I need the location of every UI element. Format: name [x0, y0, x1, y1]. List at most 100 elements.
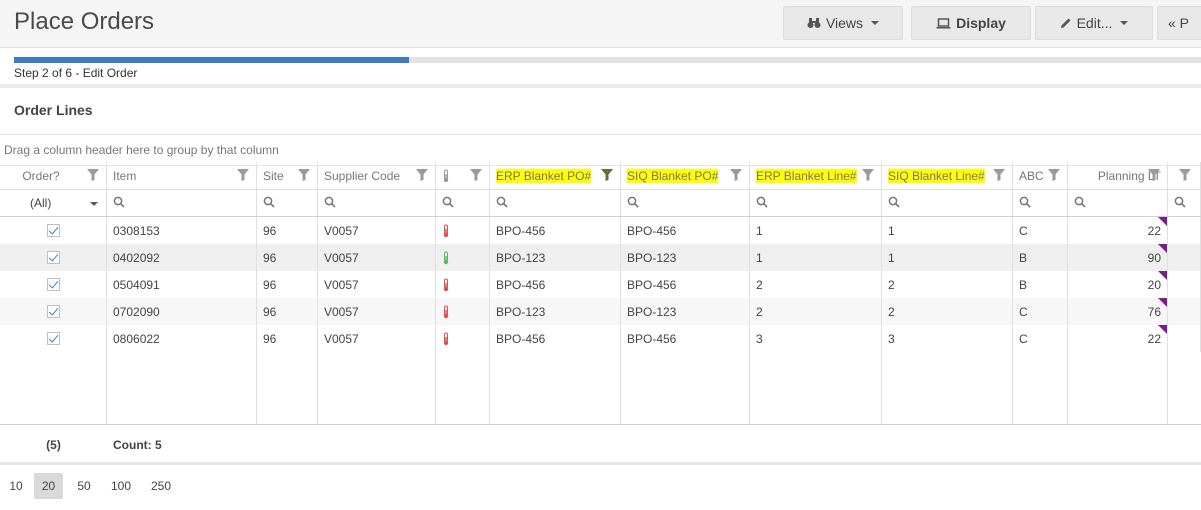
column-header-label: Order? — [22, 169, 60, 183]
grid-footer-row: (5) Count: 5 — [0, 424, 1201, 465]
empty-column — [1013, 352, 1068, 424]
filter-icon[interactable] — [600, 168, 614, 185]
cell-supplier: V0057 — [318, 325, 436, 352]
progress-bar-fill — [14, 57, 410, 63]
column-header-supplier-code[interactable]: Supplier Code — [318, 162, 436, 189]
column-header-site[interactable]: Site — [257, 162, 318, 189]
column-filter-input[interactable] — [107, 190, 257, 216]
empty-column — [318, 352, 436, 424]
cell-siq-po: BPO-456 — [621, 325, 750, 352]
chevron-down-icon — [871, 21, 880, 25]
status-cell — [436, 325, 490, 352]
filter-icon[interactable] — [415, 168, 429, 185]
cell-siq-line: 1 — [882, 217, 1013, 244]
edit-button[interactable]: Edit... — [1035, 6, 1153, 40]
filter-icon[interactable] — [297, 168, 311, 185]
cell-siq-po: BPO-456 — [621, 217, 750, 244]
column-filter-input[interactable] — [750, 190, 882, 216]
order-checkbox-cell[interactable] — [0, 271, 107, 298]
filter-icon[interactable] — [729, 168, 743, 185]
column-header-erp-blanket-po[interactable]: ERP Blanket PO# — [490, 162, 621, 189]
page-size-50[interactable]: 50 — [70, 473, 98, 499]
table-row[interactable]: 0806022 96 V0057 BPO-456 BPO-456 3 3 C 22 — [0, 325, 1201, 352]
column-header-order[interactable]: Order? — [0, 162, 107, 189]
cell-erp-line: 2 — [750, 271, 882, 298]
page-size-250[interactable]: 250 — [144, 473, 178, 499]
filter-icon[interactable] — [992, 168, 1006, 185]
cell-site: 96 — [257, 325, 318, 352]
page-size-20[interactable]: 20 — [34, 473, 63, 499]
filter-icon[interactable] — [1147, 168, 1161, 185]
column-filter-input[interactable] — [882, 190, 1013, 216]
comment-marker-icon — [1158, 217, 1167, 226]
column-header-overflow[interactable] — [1168, 162, 1201, 189]
column-filter-input[interactable] — [436, 190, 490, 216]
column-filter-input[interactable] — [621, 190, 750, 216]
page-size-10[interactable]: 10 — [4, 473, 28, 499]
filter-icon[interactable] — [861, 168, 875, 185]
order-checkbox-cell[interactable] — [0, 217, 107, 244]
thermometer-icon — [442, 305, 450, 322]
empty-column — [750, 352, 882, 424]
empty-column — [436, 352, 490, 424]
page-size-100[interactable]: 100 — [104, 473, 138, 499]
chevron-down-icon — [90, 202, 98, 206]
views-button[interactable]: Views — [783, 6, 903, 40]
table-row[interactable]: 0702090 96 V0057 BPO-123 BPO-123 2 2 C 76 — [0, 298, 1201, 325]
thermometer-icon — [442, 251, 450, 268]
filter-icon[interactable] — [236, 168, 250, 185]
filter-icon[interactable] — [1047, 168, 1061, 185]
views-button-label: Views — [825, 15, 864, 31]
column-filter-input[interactable] — [318, 190, 436, 216]
status-cell — [436, 217, 490, 244]
order-checkbox[interactable] — [47, 305, 60, 318]
grid-filter-row: (All) — [0, 190, 1201, 217]
cell-item: 0308153 — [107, 217, 257, 244]
column-filter-input[interactable] — [490, 190, 621, 216]
thermometer-icon — [442, 332, 450, 349]
column-header-siq-blanket-po[interactable]: SIQ Blanket PO# — [621, 162, 750, 189]
column-header-item[interactable]: Item — [107, 162, 257, 189]
column-filter-input[interactable] — [257, 190, 318, 216]
order-checkbox[interactable] — [47, 251, 60, 264]
cell-siq-po: BPO-123 — [621, 244, 750, 271]
order-filter-select[interactable]: (All) — [0, 190, 107, 216]
empty-column — [621, 352, 750, 424]
filter-icon[interactable] — [86, 168, 100, 185]
filter-icon[interactable] — [1178, 168, 1192, 185]
order-checkbox[interactable] — [47, 278, 60, 291]
cell-abc: B — [1013, 244, 1068, 271]
cell-item: 0806022 — [107, 325, 257, 352]
column-header-erp-blanket-line[interactable]: ERP Blanket Line# — [750, 162, 882, 189]
order-checkbox-cell[interactable] — [0, 298, 107, 325]
column-header-label: ERP Blanket PO# — [496, 169, 592, 183]
column-filter-input[interactable] — [1168, 190, 1201, 216]
order-checkbox-cell[interactable] — [0, 244, 107, 271]
table-row[interactable]: 0308153 96 V0057 BPO-456 BPO-456 1 1 C 22 — [0, 217, 1201, 244]
order-checkbox[interactable] — [47, 332, 60, 345]
previous-button[interactable]: « P — [1157, 6, 1201, 40]
table-row[interactable]: 0504091 96 V0057 BPO-456 BPO-456 2 2 B 20 — [0, 271, 1201, 298]
overflow-cell — [1168, 298, 1201, 325]
column-header-abc[interactable]: ABC — [1013, 162, 1068, 189]
cell-planning-lt: 22 — [1068, 325, 1168, 352]
column-header-siq-blanket-line[interactable]: SIQ Blanket Line# — [882, 162, 1013, 189]
table-row[interactable]: 0402092 96 V0057 BPO-123 BPO-123 1 1 B 90 — [0, 244, 1201, 271]
column-header-planning-lt[interactable]: Planning LT — [1068, 162, 1168, 189]
status-cell — [436, 244, 490, 271]
panel-title: Order Lines — [14, 102, 93, 118]
column-filter-input[interactable] — [1013, 190, 1068, 216]
cell-planning-lt: 22 — [1068, 217, 1168, 244]
order-checkbox-cell[interactable] — [0, 325, 107, 352]
empty-column — [882, 352, 1013, 424]
cell-planning-lt: 76 — [1068, 298, 1168, 325]
cell-erp-line: 1 — [750, 244, 882, 271]
filter-icon[interactable] — [469, 168, 483, 185]
cell-site: 96 — [257, 271, 318, 298]
order-filter-value: (All) — [30, 196, 52, 210]
column-filter-input[interactable] — [1068, 190, 1168, 216]
display-button[interactable]: Display — [911, 6, 1031, 40]
order-checkbox[interactable] — [47, 224, 60, 237]
empty-column — [257, 352, 318, 424]
column-header-status[interactable] — [436, 162, 490, 189]
